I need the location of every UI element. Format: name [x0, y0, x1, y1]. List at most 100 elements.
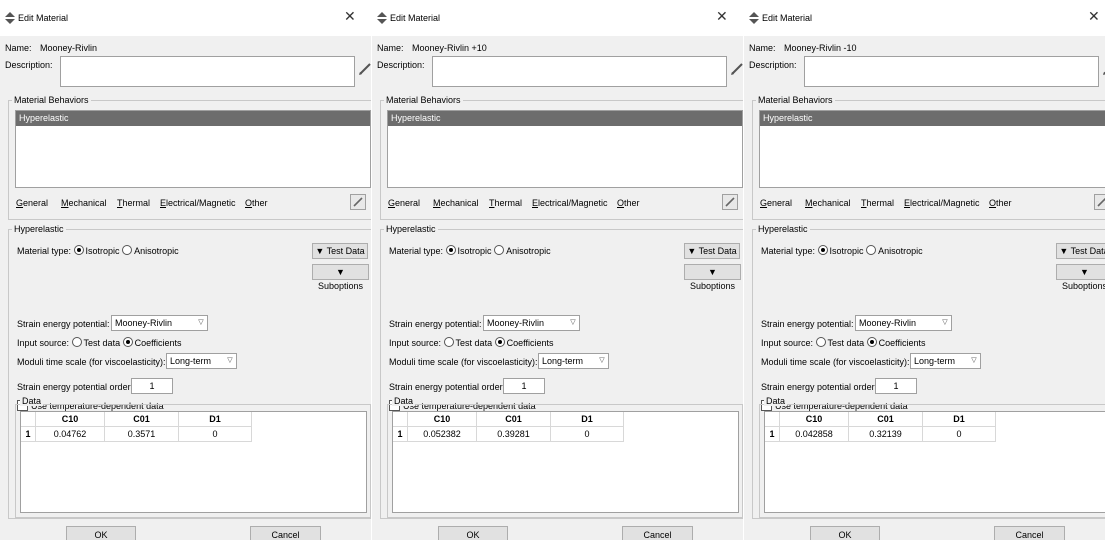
triangle-down-icon: ▼	[336, 267, 345, 277]
table-header-row: C10 C01 D1	[21, 412, 252, 427]
behavior-item-hyperelastic[interactable]: Hyperelastic	[388, 111, 742, 126]
cell-c01[interactable]: 0.3571	[104, 426, 179, 442]
strain-energy-potential-order-label: Strain energy potential order:	[389, 382, 506, 392]
test-data-button[interactable]: ▼ Test Data	[684, 243, 740, 259]
menu-general[interactable]: General	[16, 198, 48, 208]
moduli-time-scale-select[interactable]: Long-term ▽	[538, 353, 609, 369]
menu-electrical-magnetic[interactable]: Electrical/Magnetic	[160, 198, 236, 208]
menu-other[interactable]: Other	[989, 198, 1012, 208]
strain-energy-potential-order-input[interactable]: 1	[131, 378, 173, 394]
behaviors-list[interactable]: Hyperelastic	[759, 110, 1105, 188]
strain-energy-potential-select[interactable]: Mooney-Rivlin ▽	[483, 315, 580, 331]
isotropic-radio[interactable]	[817, 245, 828, 255]
menu-general[interactable]: General	[760, 198, 792, 208]
menu-electrical-magnetic[interactable]: Electrical/Magnetic	[532, 198, 608, 208]
cancel-button[interactable]: Cancel	[622, 526, 693, 540]
suboptions-button[interactable]: ▼ Suboptions	[312, 264, 369, 291]
coefficients-grid: C10 C01 D1 1 0.052382 0.39281 0	[393, 412, 624, 442]
coefficients-radio[interactable]	[494, 337, 505, 347]
menu-thermal[interactable]: Thermal	[861, 198, 894, 208]
test-data-button[interactable]: ▼ Test Data	[312, 243, 368, 259]
behaviors-list[interactable]: Hyperelastic	[15, 110, 371, 188]
menu-general[interactable]: General	[388, 198, 420, 208]
anisotropic-radio[interactable]	[494, 245, 505, 255]
moduli-time-scale-select[interactable]: Long-term ▽	[166, 353, 237, 369]
menu-other[interactable]: Other	[617, 198, 640, 208]
ok-button[interactable]: OK	[66, 526, 136, 540]
cancel-button[interactable]: Cancel	[994, 526, 1065, 540]
anisotropic-radio[interactable]	[122, 245, 133, 255]
edit-behavior-button[interactable]	[722, 194, 738, 210]
pencil-icon[interactable]	[358, 62, 371, 76]
anisotropic-radio[interactable]	[866, 245, 877, 255]
moduli-time-scale-select[interactable]: Long-term ▽	[910, 353, 981, 369]
suboptions-button[interactable]: ▼ Suboptions	[684, 264, 741, 291]
name-label: Name:	[749, 43, 776, 53]
table-corner-cell	[393, 412, 408, 427]
chevron-down-icon: ▽	[198, 319, 204, 326]
menu-thermal[interactable]: Thermal	[489, 198, 522, 208]
coefficients-table[interactable]: C10 C01 D1 1 0.042858 0.32139 0	[764, 411, 1105, 513]
isotropic-radio[interactable]	[445, 245, 456, 255]
strain-energy-potential-order-input[interactable]: 1	[875, 378, 917, 394]
coefficients-radio[interactable]	[866, 337, 877, 347]
material-type-row: Material type: Isotropic Anisotropic	[17, 245, 179, 256]
cell-c01[interactable]: 0.39281	[476, 426, 551, 442]
ok-button[interactable]: OK	[438, 526, 508, 540]
description-field[interactable]	[432, 56, 727, 87]
coefficients-table[interactable]: C10 C01 D1 1 0.052382 0.39281 0	[392, 411, 739, 513]
triangle-down-icon: ▼	[1080, 267, 1089, 277]
edit-behavior-button[interactable]	[350, 194, 366, 210]
strain-energy-potential-order-input[interactable]: 1	[503, 378, 545, 394]
pencil-icon	[1097, 197, 1105, 207]
test-data-radio-label: Test data	[83, 338, 121, 348]
coefficients-table[interactable]: C10 C01 D1 1 0.04762 0.3571 0	[20, 411, 367, 513]
title-bar: Edit Material ✕	[0, 0, 371, 36]
strain-energy-potential-select[interactable]: Mooney-Rivlin ▽	[855, 315, 952, 331]
cell-c10[interactable]: 0.04762	[35, 426, 105, 442]
description-field[interactable]	[60, 56, 355, 87]
strain-energy-potential-select[interactable]: Mooney-Rivlin ▽	[111, 315, 208, 331]
isotropic-radio[interactable]	[73, 245, 84, 255]
material-type-label: Material type:	[389, 246, 444, 256]
menu-mechanical[interactable]: Mechanical	[433, 198, 479, 208]
coefficients-radio[interactable]	[122, 337, 133, 347]
behavior-item-hyperelastic[interactable]: Hyperelastic	[760, 111, 1105, 126]
close-icon[interactable]: ✕	[716, 9, 728, 23]
description-field[interactable]	[804, 56, 1099, 87]
input-source-label: Input source:	[389, 338, 442, 348]
app-icon	[377, 12, 387, 24]
suboptions-button[interactable]: ▼ Suboptions	[1056, 264, 1105, 291]
cell-c10[interactable]: 0.052382	[407, 426, 477, 442]
edit-behavior-button[interactable]	[1094, 194, 1105, 210]
cell-c01[interactable]: 0.32139	[848, 426, 923, 442]
behavior-item-hyperelastic[interactable]: Hyperelastic	[16, 111, 370, 126]
cell-d1[interactable]: 0	[550, 426, 624, 442]
data-group-title: Data	[20, 396, 44, 406]
ok-button[interactable]: OK	[810, 526, 880, 540]
test-data-button[interactable]: ▼ Test Data	[1056, 243, 1105, 259]
pencil-icon[interactable]	[730, 62, 743, 76]
menu-mechanical[interactable]: Mechanical	[61, 198, 107, 208]
cell-d1[interactable]: 0	[178, 426, 252, 442]
menu-mnemonic: G	[760, 198, 768, 208]
anisotropic-label: Anisotropic	[878, 246, 923, 256]
chevron-down-icon: ▽	[971, 357, 977, 364]
close-icon[interactable]: ✕	[344, 9, 356, 23]
close-icon[interactable]: ✕	[1088, 9, 1100, 23]
cell-c10[interactable]: 0.042858	[779, 426, 849, 442]
cell-d1[interactable]: 0	[922, 426, 996, 442]
menu-thermal[interactable]: Thermal	[117, 198, 150, 208]
menu-electrical-magnetic[interactable]: Electrical/Magnetic	[904, 198, 980, 208]
menu-mechanical[interactable]: Mechanical	[805, 198, 851, 208]
test-data-radio[interactable]	[815, 337, 826, 347]
menu-mnemonic: E	[532, 198, 539, 208]
test-data-radio[interactable]	[71, 337, 82, 347]
isotropic-label: Isotropic	[457, 246, 492, 256]
menu-other[interactable]: Other	[245, 198, 268, 208]
triangle-down-icon: ▼	[315, 246, 325, 256]
material-type-label: Material type:	[17, 246, 72, 256]
test-data-radio[interactable]	[443, 337, 454, 347]
cancel-button[interactable]: Cancel	[250, 526, 321, 540]
behaviors-list[interactable]: Hyperelastic	[387, 110, 743, 188]
